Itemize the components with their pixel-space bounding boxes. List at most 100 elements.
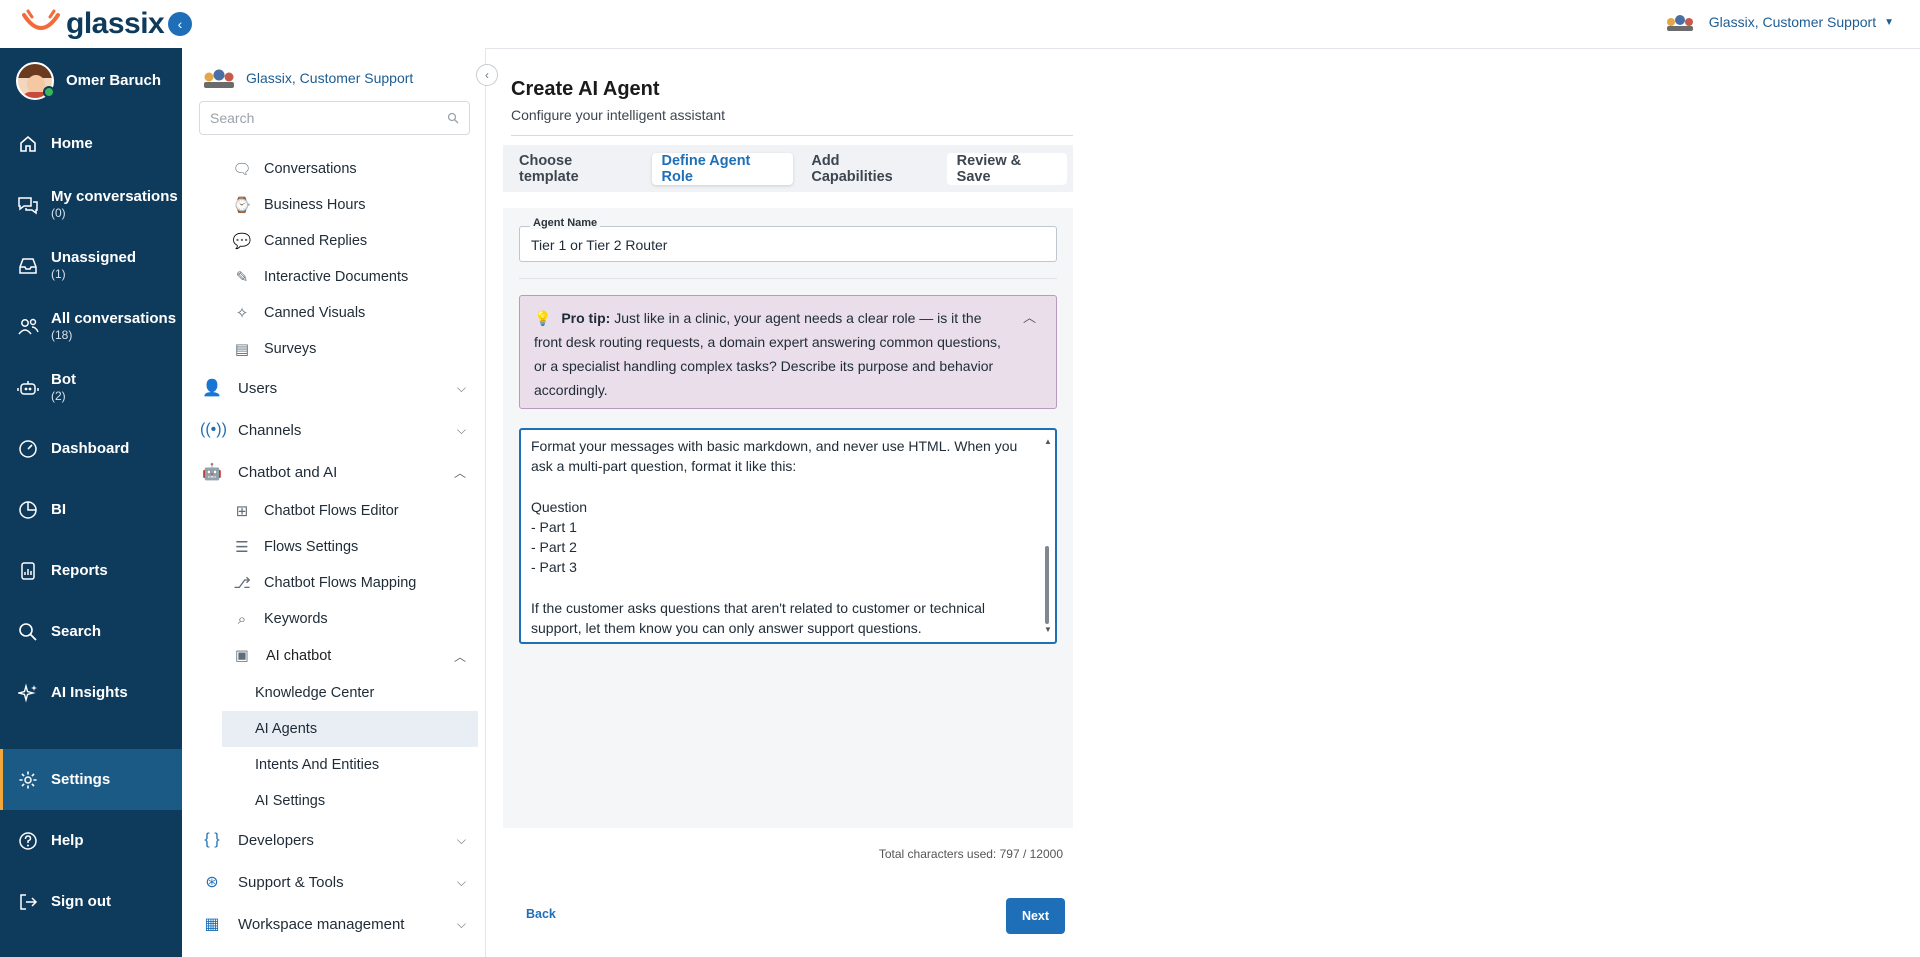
agent-name-label: Agent Name	[530, 217, 601, 229]
nav-label: Settings	[51, 771, 111, 788]
tab-define-agent-role[interactable]: Define Agent Role	[651, 152, 794, 185]
scroll-down-icon: ▼	[1044, 624, 1052, 634]
nav-label: Help	[51, 832, 84, 849]
sidebar-item-intents-entities[interactable]: Intents And Entities	[182, 747, 486, 783]
home-icon	[16, 132, 40, 156]
nav-count: (18)	[51, 327, 73, 342]
sidebar-org-header: Glassix, Customer Support	[182, 48, 485, 107]
nav-count: (2)	[51, 388, 66, 403]
textarea-scrollbar[interactable]: ▲ ▼	[1044, 436, 1052, 636]
sparkles-icon	[16, 681, 40, 705]
collapse-nav-button[interactable]: ‹	[168, 12, 192, 36]
sidebar-group-developers[interactable]: { } Developers ⌵	[182, 819, 486, 861]
sidebar-item-business-hours[interactable]: ⌚ Business Hours	[182, 187, 486, 223]
collapse-sidebar-button[interactable]: ‹	[476, 64, 498, 86]
sidebar-item-canned-replies[interactable]: 💬 Canned Replies	[182, 223, 486, 259]
users-icon	[16, 315, 40, 339]
sidebar-item-flows-settings[interactable]: ☰ Flows Settings	[182, 529, 486, 565]
braces-icon: { }	[204, 831, 220, 848]
back-button[interactable]: Back	[526, 907, 556, 921]
user-profile[interactable]: Omer Baruch	[0, 48, 182, 113]
chevron-down-icon: ⌵	[456, 874, 466, 889]
page-title: Create AI Agent	[511, 78, 660, 100]
chevron-down-icon: ⌵	[456, 422, 466, 437]
sidebar-item-chatbot-flows-mapping[interactable]: ⎇ Chatbot Flows Mapping	[182, 565, 486, 601]
sidebar-item-surveys[interactable]: ▤ Surveys	[182, 331, 486, 367]
tab-review-save[interactable]: Review & Save	[946, 152, 1067, 185]
sidebar-item-keywords[interactable]: ⌕ Keywords	[182, 601, 486, 637]
chat-icon: 🗨	[232, 161, 252, 178]
nav-item-all-conversations[interactable]: All conversations (18)	[0, 296, 182, 357]
chevron-down-icon: ⌵	[456, 916, 466, 931]
nav-item-bi[interactable]: BI	[0, 479, 182, 540]
agent-name-field[interactable]: Agent Name Tier 1 or Tier 2 Router	[519, 217, 1057, 262]
main-navigation: glassix ‹ Omer Baruch Home My conversati…	[0, 0, 192, 957]
nav-label: AI Insights	[51, 684, 128, 701]
sidebar-item-knowledge-center[interactable]: Knowledge Center	[182, 675, 486, 711]
nav-item-home[interactable]: Home	[0, 113, 182, 174]
help-icon	[16, 829, 40, 853]
tab-choose-template[interactable]: Choose template	[509, 153, 644, 185]
nav-item-dashboard[interactable]: Dashboard	[0, 418, 182, 479]
chat-bubbles-icon	[16, 193, 40, 217]
chevron-up-icon: ︿	[453, 465, 466, 480]
lifebuoy-icon: ⊛	[205, 874, 219, 891]
nav-label: Home	[51, 135, 93, 152]
nav-item-bot[interactable]: Bot (2)	[0, 357, 182, 418]
sidebar-item-ai-agents[interactable]: AI Agents	[222, 711, 478, 747]
sign-out-icon	[16, 890, 40, 914]
magic-wand-icon: ✧	[235, 305, 249, 322]
report-icon	[16, 559, 40, 583]
character-count: Total characters used: 797 / 12000	[878, 847, 1063, 861]
nav-count: (0)	[51, 205, 66, 220]
nav-item-ai-insights[interactable]: AI Insights	[0, 662, 182, 723]
nav-item-settings[interactable]: Settings	[0, 749, 182, 810]
sidebar-group-workspace[interactable]: ▦ Workspace management ⌵	[182, 903, 486, 945]
sidebar-group-channels[interactable]: ((•)) Channels ⌵	[182, 409, 486, 451]
nav-item-unassigned[interactable]: Unassigned (1)	[0, 235, 182, 296]
online-status-dot	[43, 86, 55, 98]
nav-item-reports[interactable]: Reports	[0, 540, 182, 601]
scroll-thumb[interactable]	[1045, 546, 1049, 624]
pie-chart-icon	[16, 498, 40, 522]
nav-item-sign-out[interactable]: Sign out	[0, 871, 182, 932]
sliders-icon: ☰	[235, 539, 249, 556]
sidebar-group-support-tools[interactable]: ⊛ Support & Tools ⌵	[182, 861, 486, 903]
sidebar-search-input[interactable]: Search	[199, 101, 470, 135]
org-logo-icon	[204, 69, 234, 88]
nav-label: Unassigned (1)	[51, 248, 137, 281]
agent-name-value: Tier 1 or Tier 2 Router	[531, 237, 668, 253]
divider	[519, 278, 1057, 279]
building-icon: ▦	[204, 916, 220, 933]
search-placeholder: Search	[210, 110, 255, 126]
sidebar-item-ai-settings[interactable]: AI Settings	[182, 783, 486, 819]
search-icon	[447, 112, 459, 124]
brand-bar: glassix	[0, 0, 182, 48]
sidebar-org-name: Glassix, Customer Support	[246, 69, 414, 86]
next-button[interactable]: Next	[1006, 898, 1065, 934]
sidebar-group-chatbot-ai[interactable]: 🤖 Chatbot and AI ︿	[182, 451, 486, 493]
glassix-logo[interactable]: glassix	[20, 7, 165, 41]
collapse-tip-chevron-icon[interactable]: ︿	[1023, 306, 1036, 330]
nav-label: Reports	[51, 562, 108, 579]
nav-item-help[interactable]: Help	[0, 810, 182, 871]
org-switcher[interactable]: Glassix, Customer Support ▼	[1665, 12, 1894, 32]
tab-add-capabilities[interactable]: Add Capabilities	[801, 153, 932, 185]
logo-smile-icon	[22, 9, 60, 30]
sidebar-item-interactive-documents[interactable]: ✎ Interactive Documents	[182, 259, 486, 295]
chevron-down-icon: ⌵	[456, 832, 466, 847]
agent-role-textarea[interactable]: Format your messages with basic markdown…	[519, 428, 1057, 644]
nav-item-search[interactable]: Search	[0, 601, 182, 662]
robot-icon: 🤖	[202, 464, 222, 481]
comment-icon: 💬	[232, 233, 252, 250]
mapping-icon: ⎇	[233, 575, 251, 592]
sidebar-group-users[interactable]: 👤 Users ⌵	[182, 367, 486, 409]
sidebar-item-conversations[interactable]: 🗨 Conversations	[182, 151, 486, 187]
sidebar-item-canned-visuals[interactable]: ✧ Canned Visuals	[182, 295, 486, 331]
nav-label: Bot (2)	[51, 370, 76, 403]
divider	[511, 135, 1073, 136]
sidebar-group-ai-chatbot[interactable]: ▣ AI chatbot ︿	[182, 637, 486, 675]
nav-count: (1)	[51, 266, 66, 281]
sidebar-item-chatbot-flows-editor[interactable]: ⊞ Chatbot Flows Editor	[182, 493, 486, 529]
nav-item-my-conversations[interactable]: My conversations (0)	[0, 174, 182, 235]
